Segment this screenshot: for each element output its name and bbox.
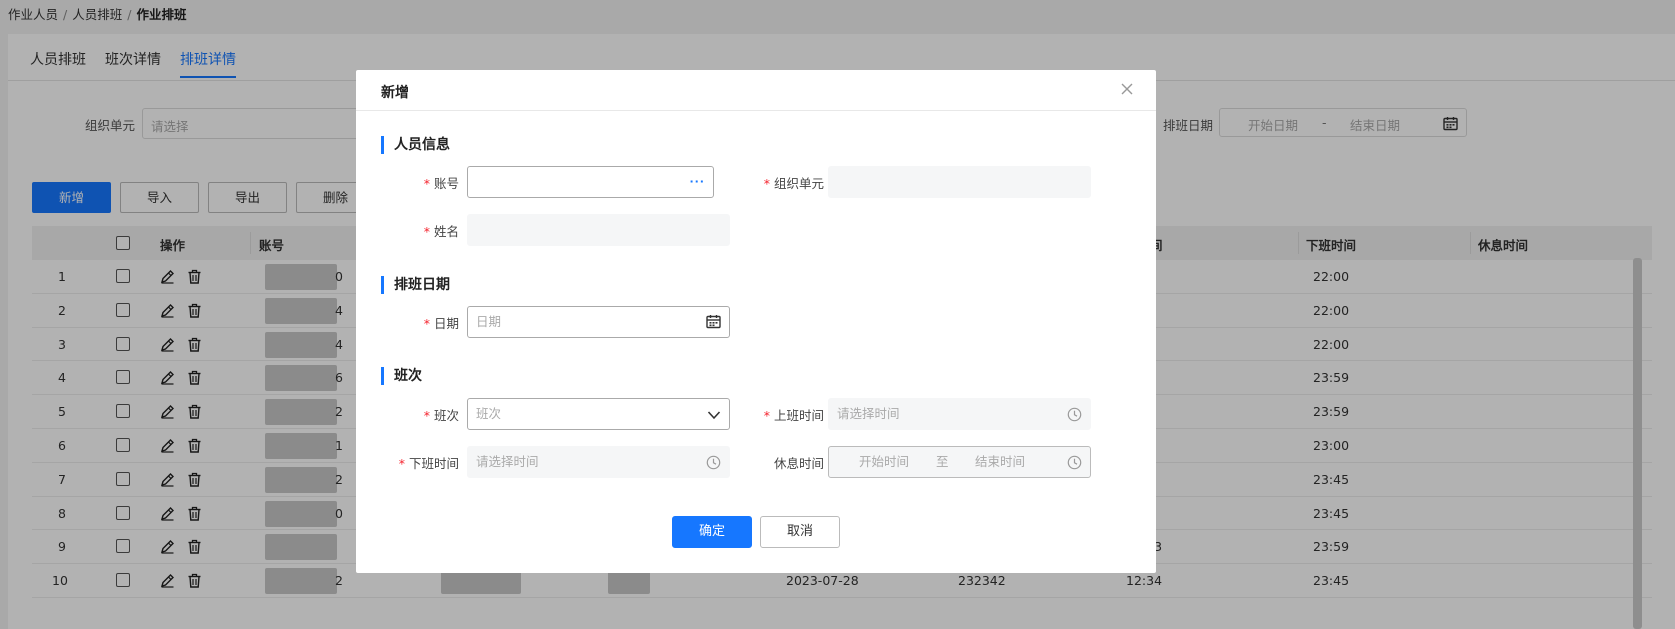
required-mark: * [763,176,770,191]
off-time-picker[interactable]: 请选择时间 [467,446,730,478]
dialog-title: 新增 [381,85,409,101]
more-dots-icon[interactable]: ··· [689,167,705,197]
confirm-button[interactable]: 确定 [672,516,752,548]
required-mark: * [763,408,770,423]
name-label-text: 姓名 [433,224,459,239]
date-label-text: 日期 [433,316,459,331]
clock-icon [1067,406,1082,422]
required-mark: * [423,316,430,331]
date-label: * 日期 [376,313,459,332]
on-time-label: * 上班时间 [741,405,824,424]
date-placeholder: 日期 [476,314,502,329]
clock-icon [1067,454,1082,470]
org-unit-label-text: 组织单元 [773,176,824,191]
rest-range-separator: 至 [936,454,949,469]
section-schedule-date: 排班日期 [381,276,450,294]
close-icon[interactable] [1120,79,1134,99]
required-mark: * [423,408,430,423]
on-time-picker[interactable]: 请选择时间 [828,398,1091,430]
dialog-divider [356,110,1156,111]
on-time-placeholder: 请选择时间 [837,406,900,421]
account-input[interactable]: ··· [467,166,714,198]
name-label: * 姓名 [376,221,459,240]
shift-placeholder: 班次 [476,406,502,421]
chevron-down-icon[interactable] [707,407,721,422]
add-schedule-dialog: 新增 人员信息 * 账号 ··· * 组织单元 * 姓名 排班日期 * 日期 日期 班次… [356,70,1156,573]
shift-label: * 班次 [376,405,459,424]
clock-icon [706,454,721,470]
off-time-placeholder: 请选择时间 [476,454,539,469]
section-person-info: 人员信息 [381,136,450,154]
calendar-icon[interactable] [706,313,721,329]
account-label: * 账号 [376,173,459,192]
on-time-label-text: 上班时间 [773,408,824,423]
off-time-label-text: 下班时间 [408,456,459,471]
rest-time-label: 休息时间 [773,456,824,471]
rest-start-placeholder: 开始时间 [859,454,910,469]
name-field [467,214,730,246]
shift-label-text: 班次 [433,408,459,423]
account-label-text: 账号 [433,176,459,191]
shift-select[interactable]: 班次 [467,398,730,430]
rest-time-range-picker[interactable]: 开始时间 至 结束时间 [828,446,1091,478]
org-unit-field [828,166,1091,198]
required-mark: * [423,224,430,239]
required-mark: * [423,176,430,191]
org-unit-label: * 组织单元 [741,173,824,192]
date-picker[interactable]: 日期 [467,306,730,338]
section-shift: 班次 [381,367,422,385]
off-time-label: * 下班时间 [376,453,459,472]
required-mark: * [398,456,405,471]
cancel-button[interactable]: 取消 [760,516,840,548]
rest-end-placeholder: 结束时间 [975,454,1026,469]
